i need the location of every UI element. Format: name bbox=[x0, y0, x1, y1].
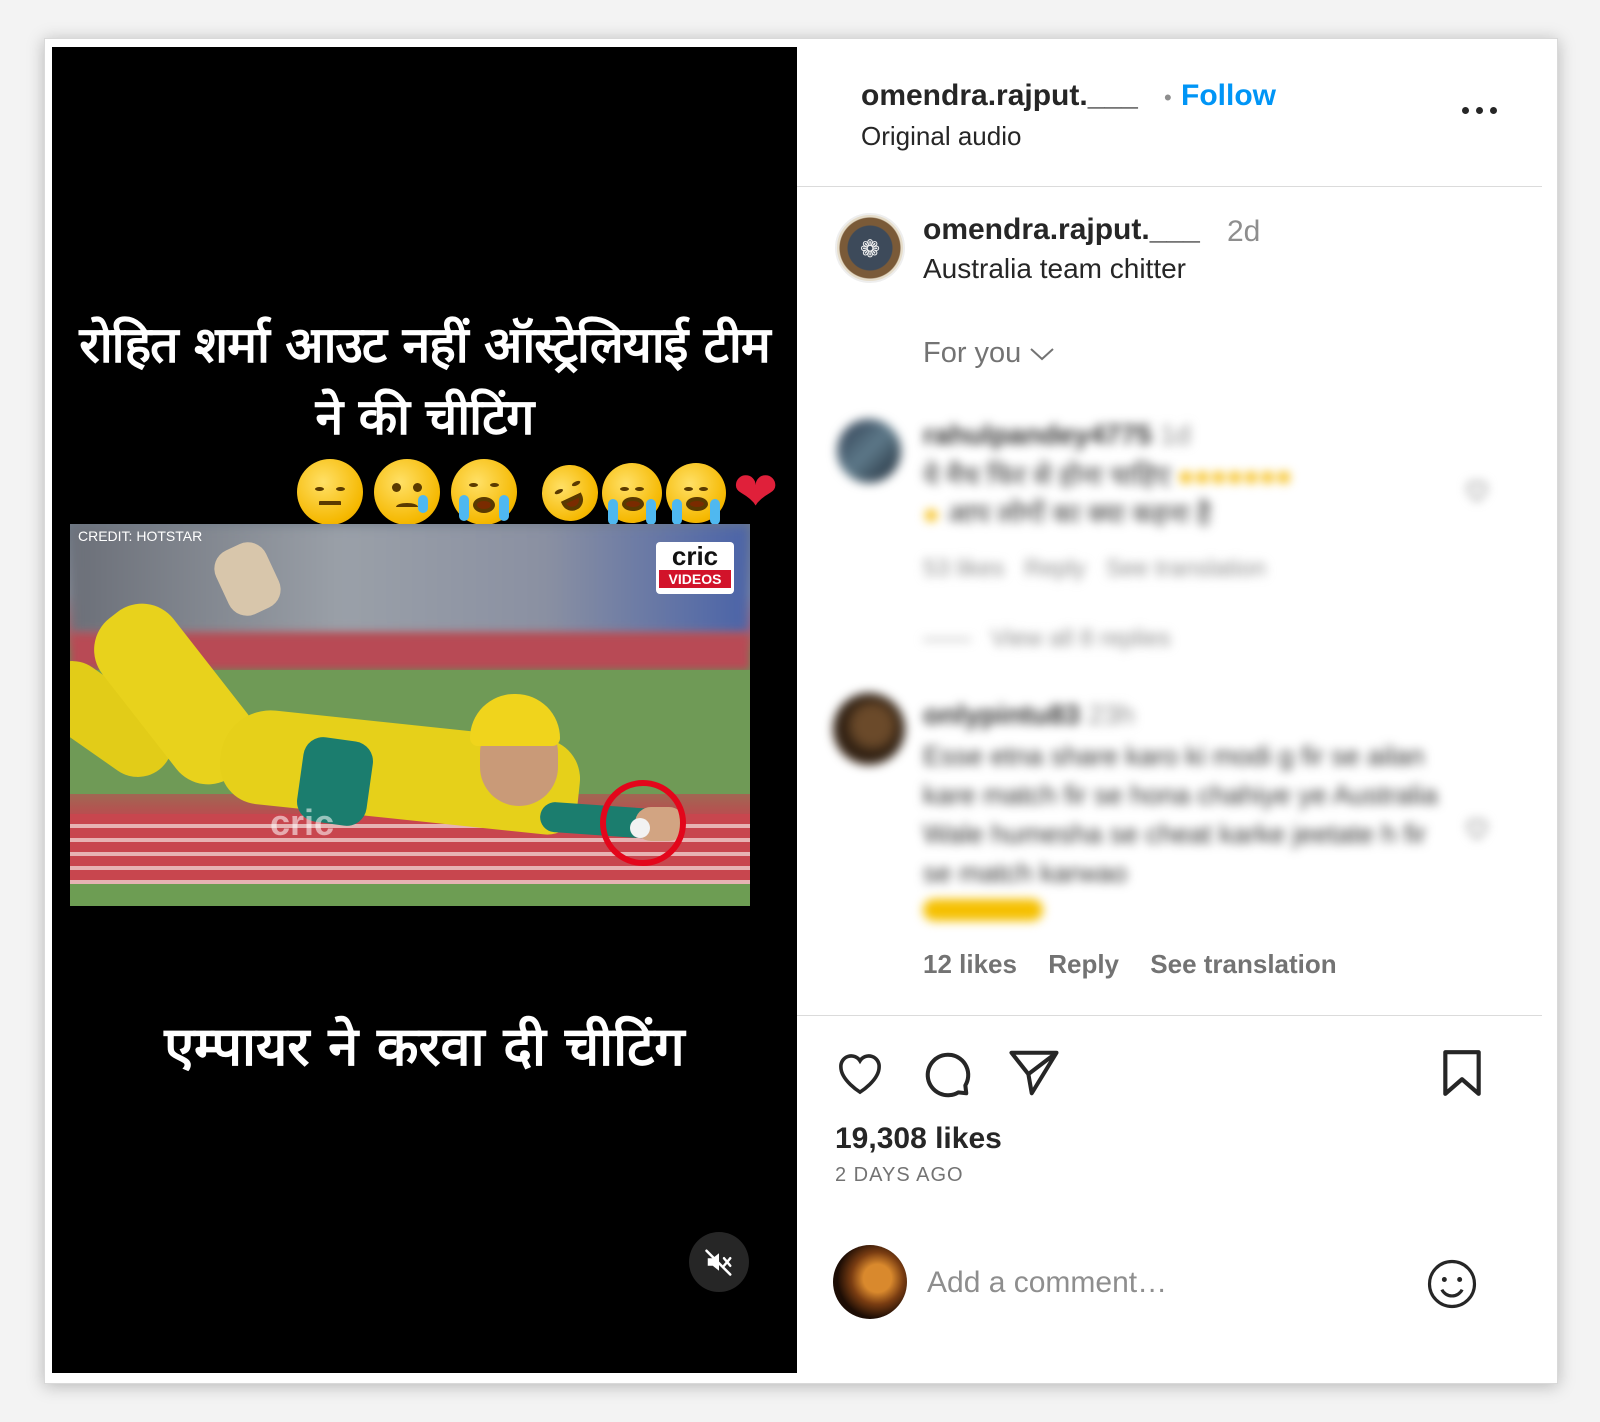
see-translation-button[interactable]: See translation bbox=[1150, 949, 1336, 979]
comment-username[interactable]: rahulpandey4775 1d bbox=[923, 419, 1191, 451]
pensive-face-icon bbox=[297, 459, 363, 525]
header-separator: • bbox=[1164, 85, 1172, 110]
rolling-laughing-face-icon bbox=[532, 455, 608, 531]
loudly-crying-face-icon bbox=[451, 459, 517, 525]
commenter-avatar[interactable] bbox=[837, 419, 901, 483]
post-like-count[interactable]: 19,308 likes bbox=[835, 1122, 1002, 1156]
comment-reply-button[interactable]: Reply bbox=[1048, 949, 1119, 979]
more-options-icon[interactable] bbox=[1460, 99, 1500, 119]
mute-button[interactable] bbox=[689, 1232, 749, 1292]
comment-meta: 12 likes Reply See translation bbox=[923, 949, 1361, 980]
cric-videos-logo: cric VIDEOS bbox=[656, 542, 734, 594]
cric-watermark: cric bbox=[270, 802, 335, 843]
comment-like-heart-icon[interactable] bbox=[1462, 475, 1492, 505]
post-date: 2 DAYS AGO bbox=[835, 1164, 964, 1186]
audio-link[interactable]: Original audio bbox=[861, 121, 1021, 152]
video-credit: CREDIT: HOTSTAR bbox=[78, 528, 203, 544]
comment-username[interactable]: onlypintu83 23h bbox=[923, 699, 1135, 731]
commenter-avatar[interactable] bbox=[833, 693, 905, 765]
current-user-avatar bbox=[833, 1245, 907, 1319]
comment-text: ये मैच फिर से होना चाहिए ●●●●●●● ● आप लोग… bbox=[923, 461, 1292, 529]
post-header: omendra.rajput.___ • Follow Original aud… bbox=[797, 47, 1542, 187]
highlight-circle bbox=[600, 780, 686, 866]
comments-filter-dropdown[interactable]: For you bbox=[923, 337, 1055, 370]
comment-icon[interactable] bbox=[919, 1046, 973, 1100]
comment-meta: 53 likes Reply See translation bbox=[923, 555, 1266, 582]
post-actions: 19,308 likes 2 DAYS AGO bbox=[797, 1015, 1542, 1275]
cricket-clip-image: cric CREDIT: HOTSTAR cric VIDEOS bbox=[70, 524, 750, 906]
broken-heart-icon: ❤ bbox=[733, 460, 779, 523]
comment-likes[interactable]: 12 likes bbox=[923, 949, 1017, 979]
follow-button[interactable]: Follow bbox=[1181, 79, 1276, 113]
add-comment-input[interactable] bbox=[927, 1261, 1397, 1305]
loudly-crying-face-icon bbox=[666, 463, 726, 525]
heart-icon[interactable] bbox=[833, 1046, 887, 1100]
caption-time: 2d bbox=[1227, 215, 1261, 248]
video-overlay-caption: एम्पायर ने करवा दी चीटिंग bbox=[164, 1015, 685, 1078]
caption-username[interactable]: omendra.rajput.___ bbox=[923, 213, 1200, 247]
speaker-muted-icon bbox=[705, 1249, 732, 1276]
comment-like-heart-icon[interactable] bbox=[1462, 813, 1492, 843]
reel-video[interactable]: रोहित शर्मा आउट नहीं ऑस्ट्रेलियाई टीम ने… bbox=[52, 47, 797, 1373]
crying-face-icon bbox=[374, 459, 440, 525]
bookmark-icon[interactable] bbox=[1437, 1046, 1487, 1100]
view-replies-link[interactable]: —— View all 8 replies bbox=[923, 625, 1171, 653]
caption-text: Australia team chitter bbox=[923, 253, 1186, 284]
comment-text: Esse etna share karo ki modi g fir se ai… bbox=[923, 741, 1438, 888]
comment-emoji-row bbox=[923, 899, 1043, 921]
video-overlay-title: रोहित शर्मा आउट नहीं ऑस्ट्रेलियाई टीम ने… bbox=[79, 316, 770, 446]
emoji-row: ❤ bbox=[297, 455, 797, 534]
chevron-down-icon bbox=[1030, 348, 1055, 361]
smiley-icon[interactable] bbox=[1425, 1257, 1479, 1311]
send-icon[interactable] bbox=[1007, 1046, 1061, 1100]
comments-filter-label: For you bbox=[923, 337, 1022, 369]
header-username[interactable]: omendra.rajput.___ bbox=[861, 79, 1138, 113]
post-side-panel: omendra.rajput.___ • Follow Original aud… bbox=[797, 47, 1542, 1373]
author-avatar[interactable]: ❁ bbox=[835, 213, 905, 283]
loudly-crying-face-icon bbox=[602, 463, 662, 525]
